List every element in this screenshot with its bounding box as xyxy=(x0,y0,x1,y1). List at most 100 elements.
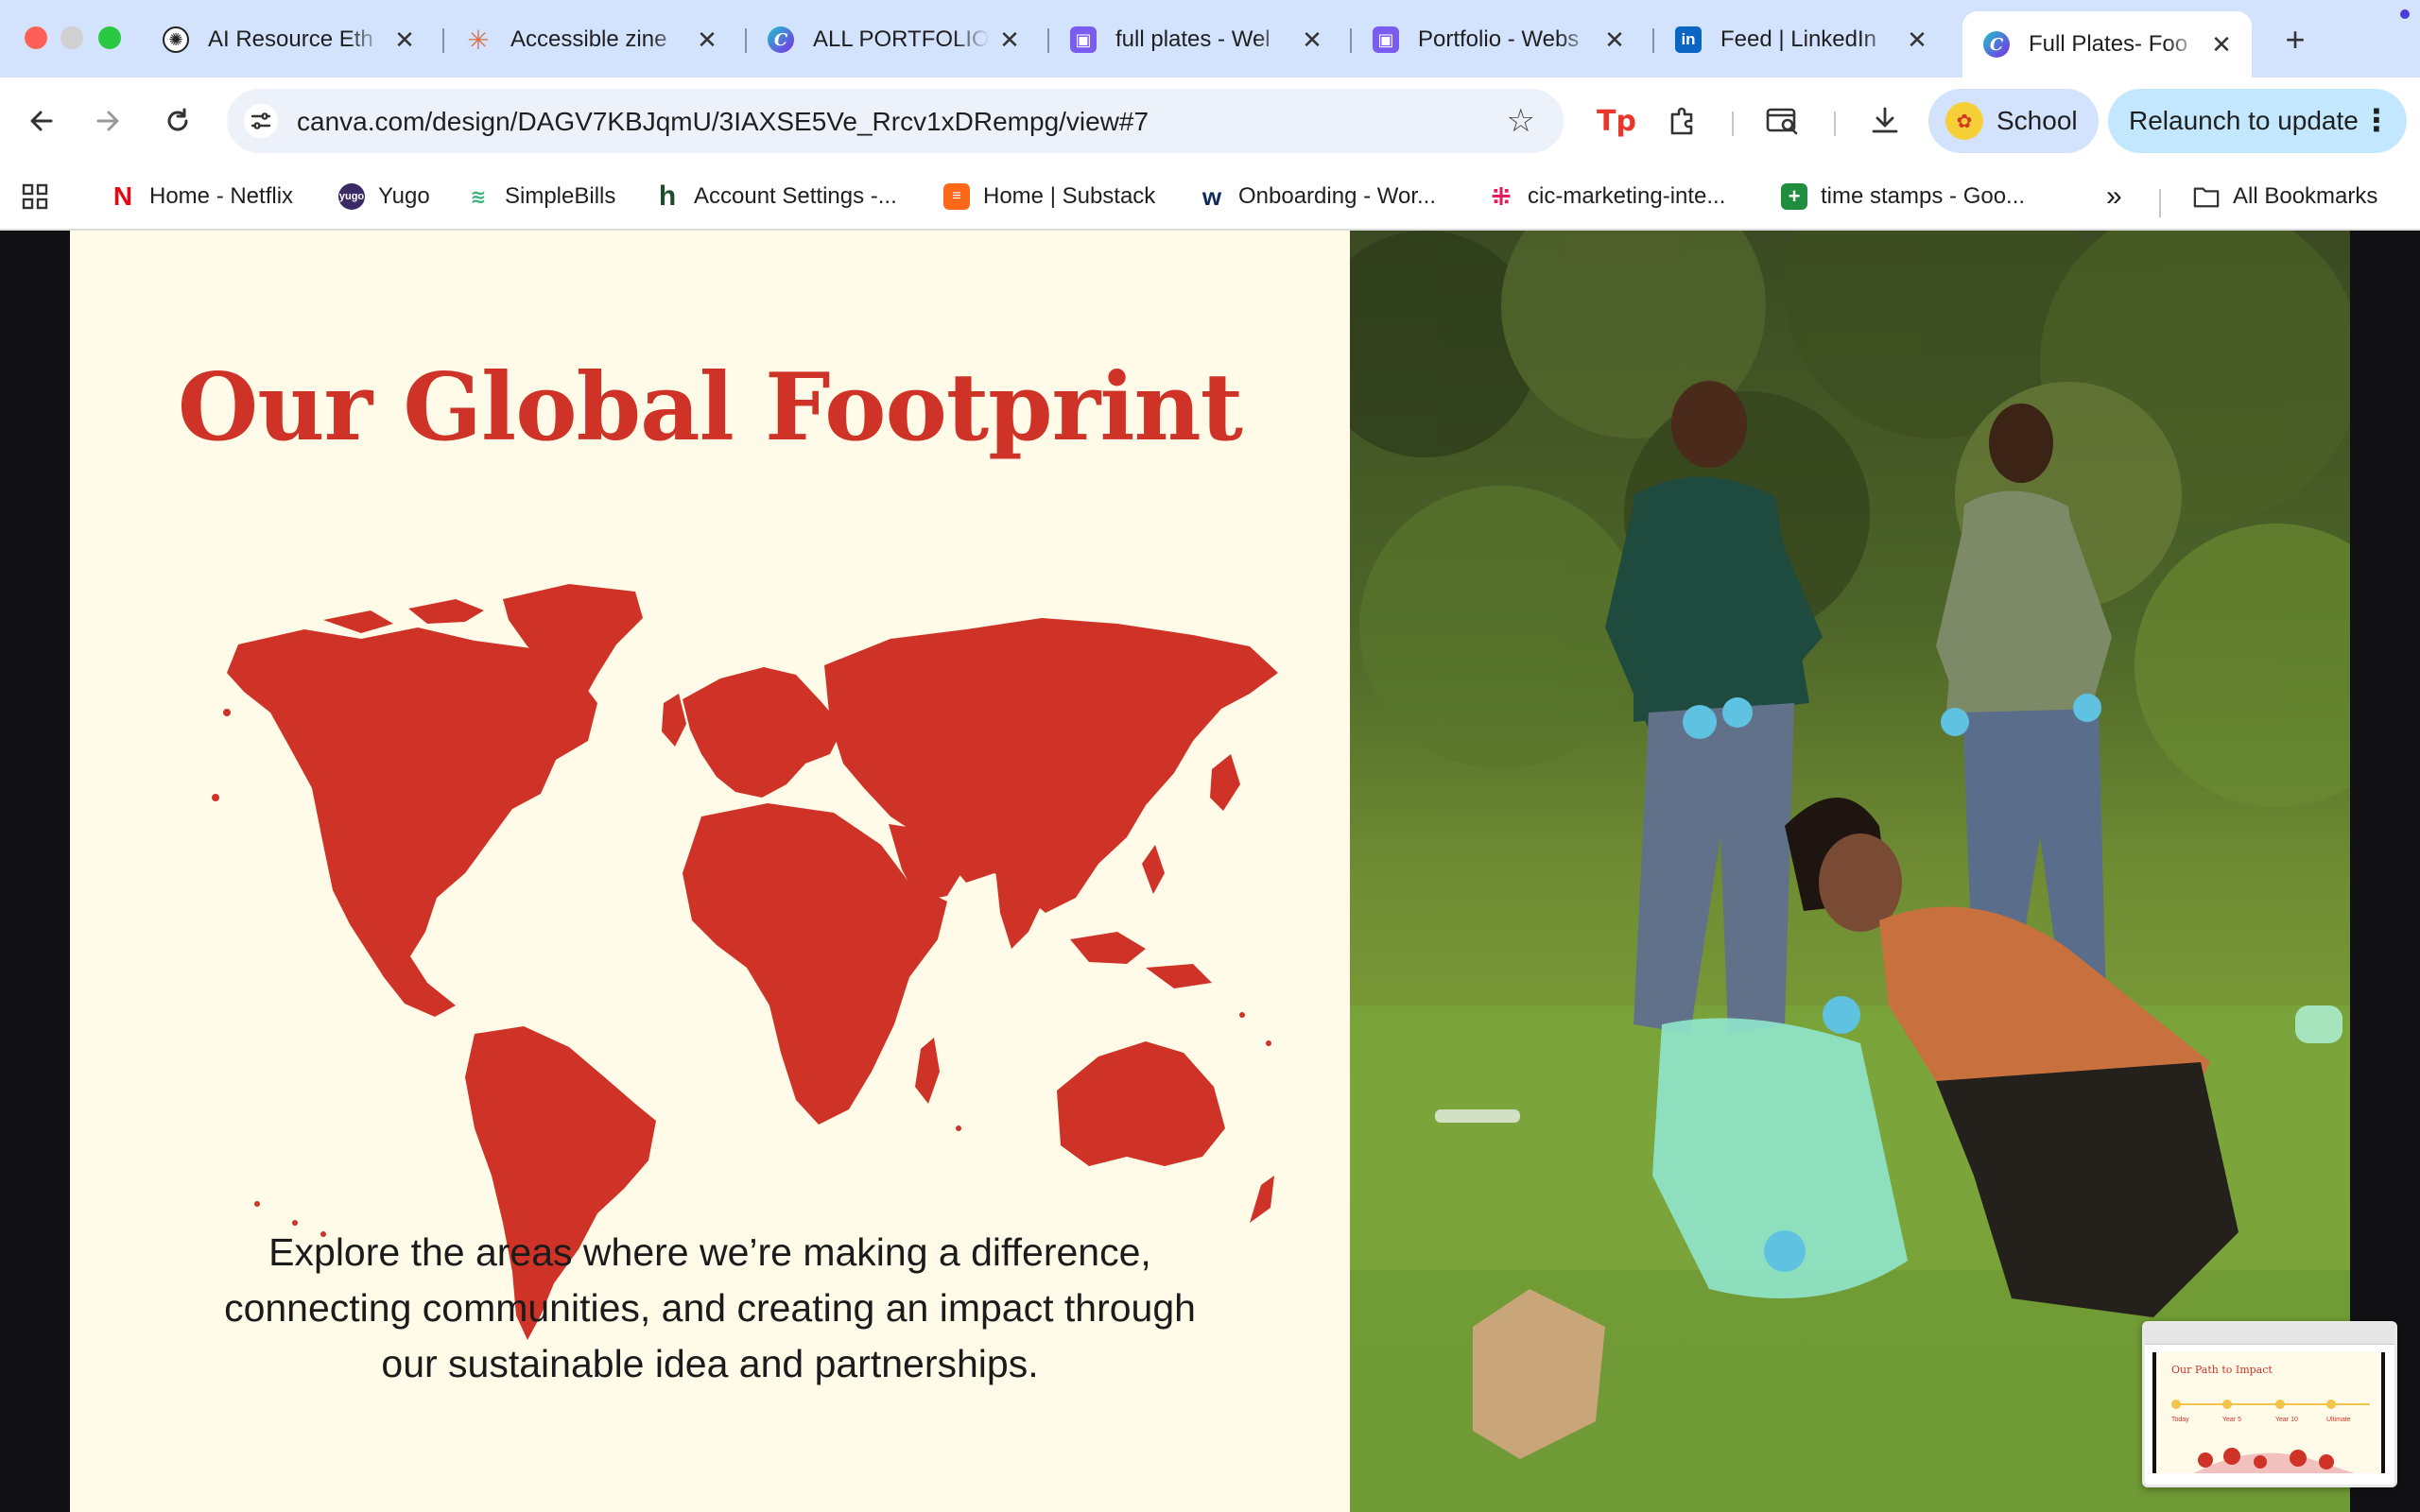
url-text[interactable]: canva.com/design/DAGV7KBJqmU/3IAXSE5Ve_R… xyxy=(297,107,1149,137)
new-guinea-shape xyxy=(1146,964,1212,988)
timeline-dot xyxy=(2326,1400,2336,1409)
extensions-puzzle-icon[interactable] xyxy=(1662,100,1703,142)
forward-button[interactable] xyxy=(85,98,130,144)
timeline-label: Year 5 xyxy=(2222,1417,2241,1423)
tab-all-portfolio[interactable]: C ALL PORTFOLIO ✕ xyxy=(747,13,1040,66)
canva-icon: C xyxy=(1983,31,2010,58)
openai-icon: ✺ xyxy=(163,26,189,53)
bookmark-label: cic-marketing-inte... xyxy=(1528,183,1726,209)
bookmark-netflix[interactable]: N Home - Netflix xyxy=(110,180,293,214)
bookmark-account-settings[interactable]: h Account Settings -... xyxy=(654,180,897,214)
bookmarks-divider xyxy=(2159,189,2161,217)
arrow-left-icon xyxy=(30,111,53,131)
close-tab-icon[interactable]: ✕ xyxy=(1904,26,1930,54)
tab-portfolio-webs[interactable]: ▣ Portfolio - Webs ✕ xyxy=(1352,13,1645,66)
close-tab-icon[interactable]: ✕ xyxy=(996,26,1023,54)
relaunch-button[interactable]: Relaunch to update ⋮ xyxy=(2108,89,2407,153)
tab-full-plates-web[interactable]: ▣ full plates - Wel ✕ xyxy=(1049,13,1342,66)
bookmarks-bar: N Home - Netflix yugo Yugo ≋ SimpleBills… xyxy=(0,164,2420,231)
madagascar-shape xyxy=(915,1038,940,1104)
bookmark-label: SimpleBills xyxy=(505,183,616,209)
arctic-island-shape xyxy=(408,599,484,624)
slide-thumbnail-preview[interactable]: Our Path to Impact Today Year 5 Year 10 … xyxy=(2142,1321,2397,1487)
thumbnail-timeline xyxy=(2171,1403,2370,1405)
tab-title: Full Plates- Foo xyxy=(2029,31,2188,57)
reload-icon xyxy=(167,108,188,131)
japan-shape xyxy=(1210,754,1240,811)
bookmark-yugo[interactable]: yugo Yugo xyxy=(338,180,430,214)
arrow-right-icon xyxy=(96,111,119,131)
toolbar-divider xyxy=(1834,112,1836,136)
arctic-island-shape xyxy=(323,610,393,633)
slide-body-text: Explore the areas where we’re making a d… xyxy=(224,1230,1196,1385)
canva-icon: C xyxy=(768,26,794,53)
bookmark-label: time stamps - Goo... xyxy=(1821,183,2026,209)
close-tab-icon[interactable]: ✕ xyxy=(391,26,418,54)
relaunch-label: Relaunch to update xyxy=(2129,106,2359,135)
island-dot xyxy=(1266,1040,1271,1046)
grammar-extension-icon[interactable]: Tp xyxy=(1596,100,1637,142)
thumbnail-trees-icon xyxy=(2194,1448,2355,1473)
volunteers-cleanup-photo xyxy=(1350,231,2350,1512)
apps-grid-icon[interactable] xyxy=(21,180,49,214)
tab-title: full plates - Wel xyxy=(1115,26,1270,52)
island-dot xyxy=(1239,1012,1245,1018)
timeline-label: Ultimate xyxy=(2326,1417,2351,1423)
bookmark-simplebills[interactable]: ≋ SimpleBills xyxy=(465,180,616,214)
presentation-slide: Our Global Footprint Explore the areas w… xyxy=(70,231,2350,1512)
more-menu-icon[interactable]: ⋮ xyxy=(2361,102,2392,138)
browser-toolbar: canva.com/design/DAGV7KBJqmU/3IAXSE5Ve_R… xyxy=(0,77,2420,164)
bookmark-label: Home | Substack xyxy=(983,183,1156,209)
timeline-label: Today xyxy=(2171,1417,2189,1423)
tab-title: Portfolio - Webs xyxy=(1418,26,1580,52)
tab-full-plates-active[interactable]: C Full Plates- Foo ✕ xyxy=(1962,11,2252,77)
tab-search-icon[interactable] xyxy=(1762,100,1804,142)
north-america-shape xyxy=(227,627,597,1017)
tab-ai-resource[interactable]: ✺ AI Resource Eth ✕ xyxy=(142,13,435,66)
timeline-dot xyxy=(2171,1400,2181,1409)
google-sheets-icon: + xyxy=(1781,183,1807,210)
h-icon: h xyxy=(658,180,677,212)
tab-accessible-zine[interactable]: ✳ Accessible zine ✕ xyxy=(444,13,737,66)
back-button[interactable] xyxy=(19,98,64,144)
site-settings-icon[interactable] xyxy=(244,104,278,138)
indonesia-shape xyxy=(1070,932,1146,964)
close-window-button[interactable] xyxy=(25,26,47,49)
new-tab-button[interactable]: + xyxy=(2274,19,2316,60)
bookmark-workday[interactable]: w Onboarding - Wor... xyxy=(1199,180,1436,214)
profile-label: School xyxy=(1996,106,2078,135)
zoom-window-button[interactable] xyxy=(98,26,121,49)
yugo-icon: yugo xyxy=(338,183,365,210)
close-tab-icon[interactable]: ✕ xyxy=(694,26,720,54)
notification-dot xyxy=(2400,9,2410,19)
tab-title: AI Resource Eth xyxy=(208,26,373,52)
close-tab-icon[interactable]: ✕ xyxy=(1601,26,1628,54)
bookmark-star-icon[interactable]: ☆ xyxy=(1507,104,1535,138)
tab-title: ALL PORTFOLIO xyxy=(813,26,989,52)
close-tab-icon[interactable]: ✕ xyxy=(1299,26,1325,54)
bookmark-google-sheets[interactable]: + time stamps - Goo... xyxy=(1781,180,2025,214)
address-bar[interactable]: canva.com/design/DAGV7KBJqmU/3IAXSE5Ve_R… xyxy=(227,89,1564,153)
bookmark-label: Account Settings -... xyxy=(694,183,897,209)
webflow-app-icon: ▣ xyxy=(1070,26,1097,53)
profile-avatar-icon: ✿ xyxy=(1945,102,1983,140)
netflix-icon: N xyxy=(112,181,133,211)
bookmark-label: Yugo xyxy=(378,183,430,209)
folder-icon xyxy=(2193,183,2220,210)
australia-shape xyxy=(1057,1041,1225,1166)
tab-title: Accessible zine xyxy=(510,26,667,52)
minimize-window-button[interactable] xyxy=(60,26,83,49)
close-tab-icon[interactable]: ✕ xyxy=(2208,30,2235,59)
profile-button[interactable]: ✿ School xyxy=(1928,89,2099,153)
island-dot xyxy=(212,794,219,801)
bookmark-slack[interactable]: ⁜ cic-marketing-inte... xyxy=(1488,180,1725,214)
bookmarks-overflow-chevron-icon[interactable]: » xyxy=(2106,180,2122,214)
tab-linkedin[interactable]: in Feed | LinkedIn ✕ xyxy=(1654,13,1947,66)
all-bookmarks-button[interactable]: All Bookmarks xyxy=(2193,180,2377,214)
substack-icon: ≡ xyxy=(943,183,970,210)
island-dot xyxy=(254,1201,260,1207)
bookmark-substack[interactable]: ≡ Home | Substack xyxy=(943,180,1155,214)
reload-button[interactable] xyxy=(155,98,200,144)
thumbnail-slide: Our Path to Impact Today Year 5 Year 10 … xyxy=(2152,1352,2385,1473)
download-icon[interactable] xyxy=(1864,100,1906,142)
